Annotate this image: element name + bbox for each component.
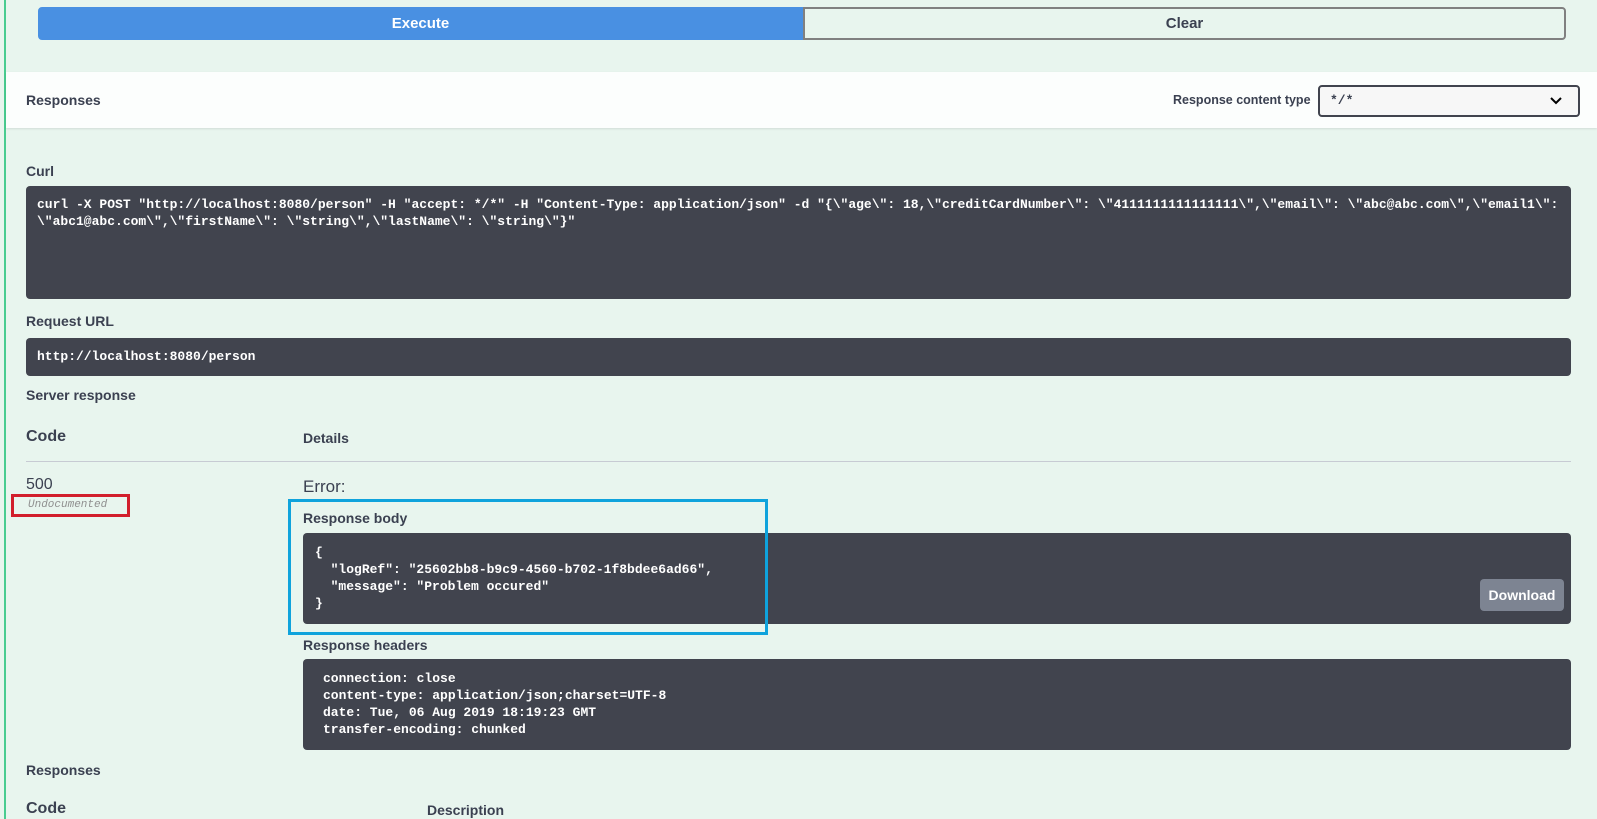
highlight-red-box	[11, 494, 130, 517]
details-column-header: Details	[303, 430, 349, 446]
download-button[interactable]: Download	[1480, 579, 1564, 611]
clear-button[interactable]: Clear	[803, 7, 1566, 40]
execute-wrapper: Execute Clear	[38, 7, 1566, 40]
error-label: Error:	[303, 477, 346, 496]
code-column-header: Code	[26, 428, 66, 445]
request-url-label: Request URL	[26, 313, 114, 329]
content-type-value: */*	[1330, 93, 1354, 108]
responses-code-header: Code	[26, 800, 66, 817]
response-content-type-label: Response content type	[1173, 93, 1311, 107]
responses-title: Responses	[26, 92, 101, 108]
response-content-type-select[interactable]: */*	[1318, 85, 1580, 117]
curl-label: Curl	[26, 163, 54, 179]
execute-button[interactable]: Execute	[38, 7, 803, 40]
table-divider	[26, 461, 1571, 462]
response-headers-label: Response headers	[303, 637, 428, 653]
responses-description-header: Description	[427, 802, 505, 818]
highlight-blue-box	[288, 499, 768, 635]
curl-command-block[interactable]: curl -X POST "http://localhost:8080/pers…	[26, 186, 1571, 299]
request-url-block[interactable]: http://localhost:8080/person	[26, 338, 1571, 376]
responses-section-label: Responses	[26, 762, 101, 778]
chevron-down-icon	[1550, 97, 1562, 105]
response-status-code: 500	[26, 476, 53, 493]
response-headers-block[interactable]: connection: close content-type: applicat…	[303, 659, 1571, 750]
responses-header: Responses Response content type */*	[6, 72, 1597, 128]
server-response-label: Server response	[26, 387, 136, 403]
